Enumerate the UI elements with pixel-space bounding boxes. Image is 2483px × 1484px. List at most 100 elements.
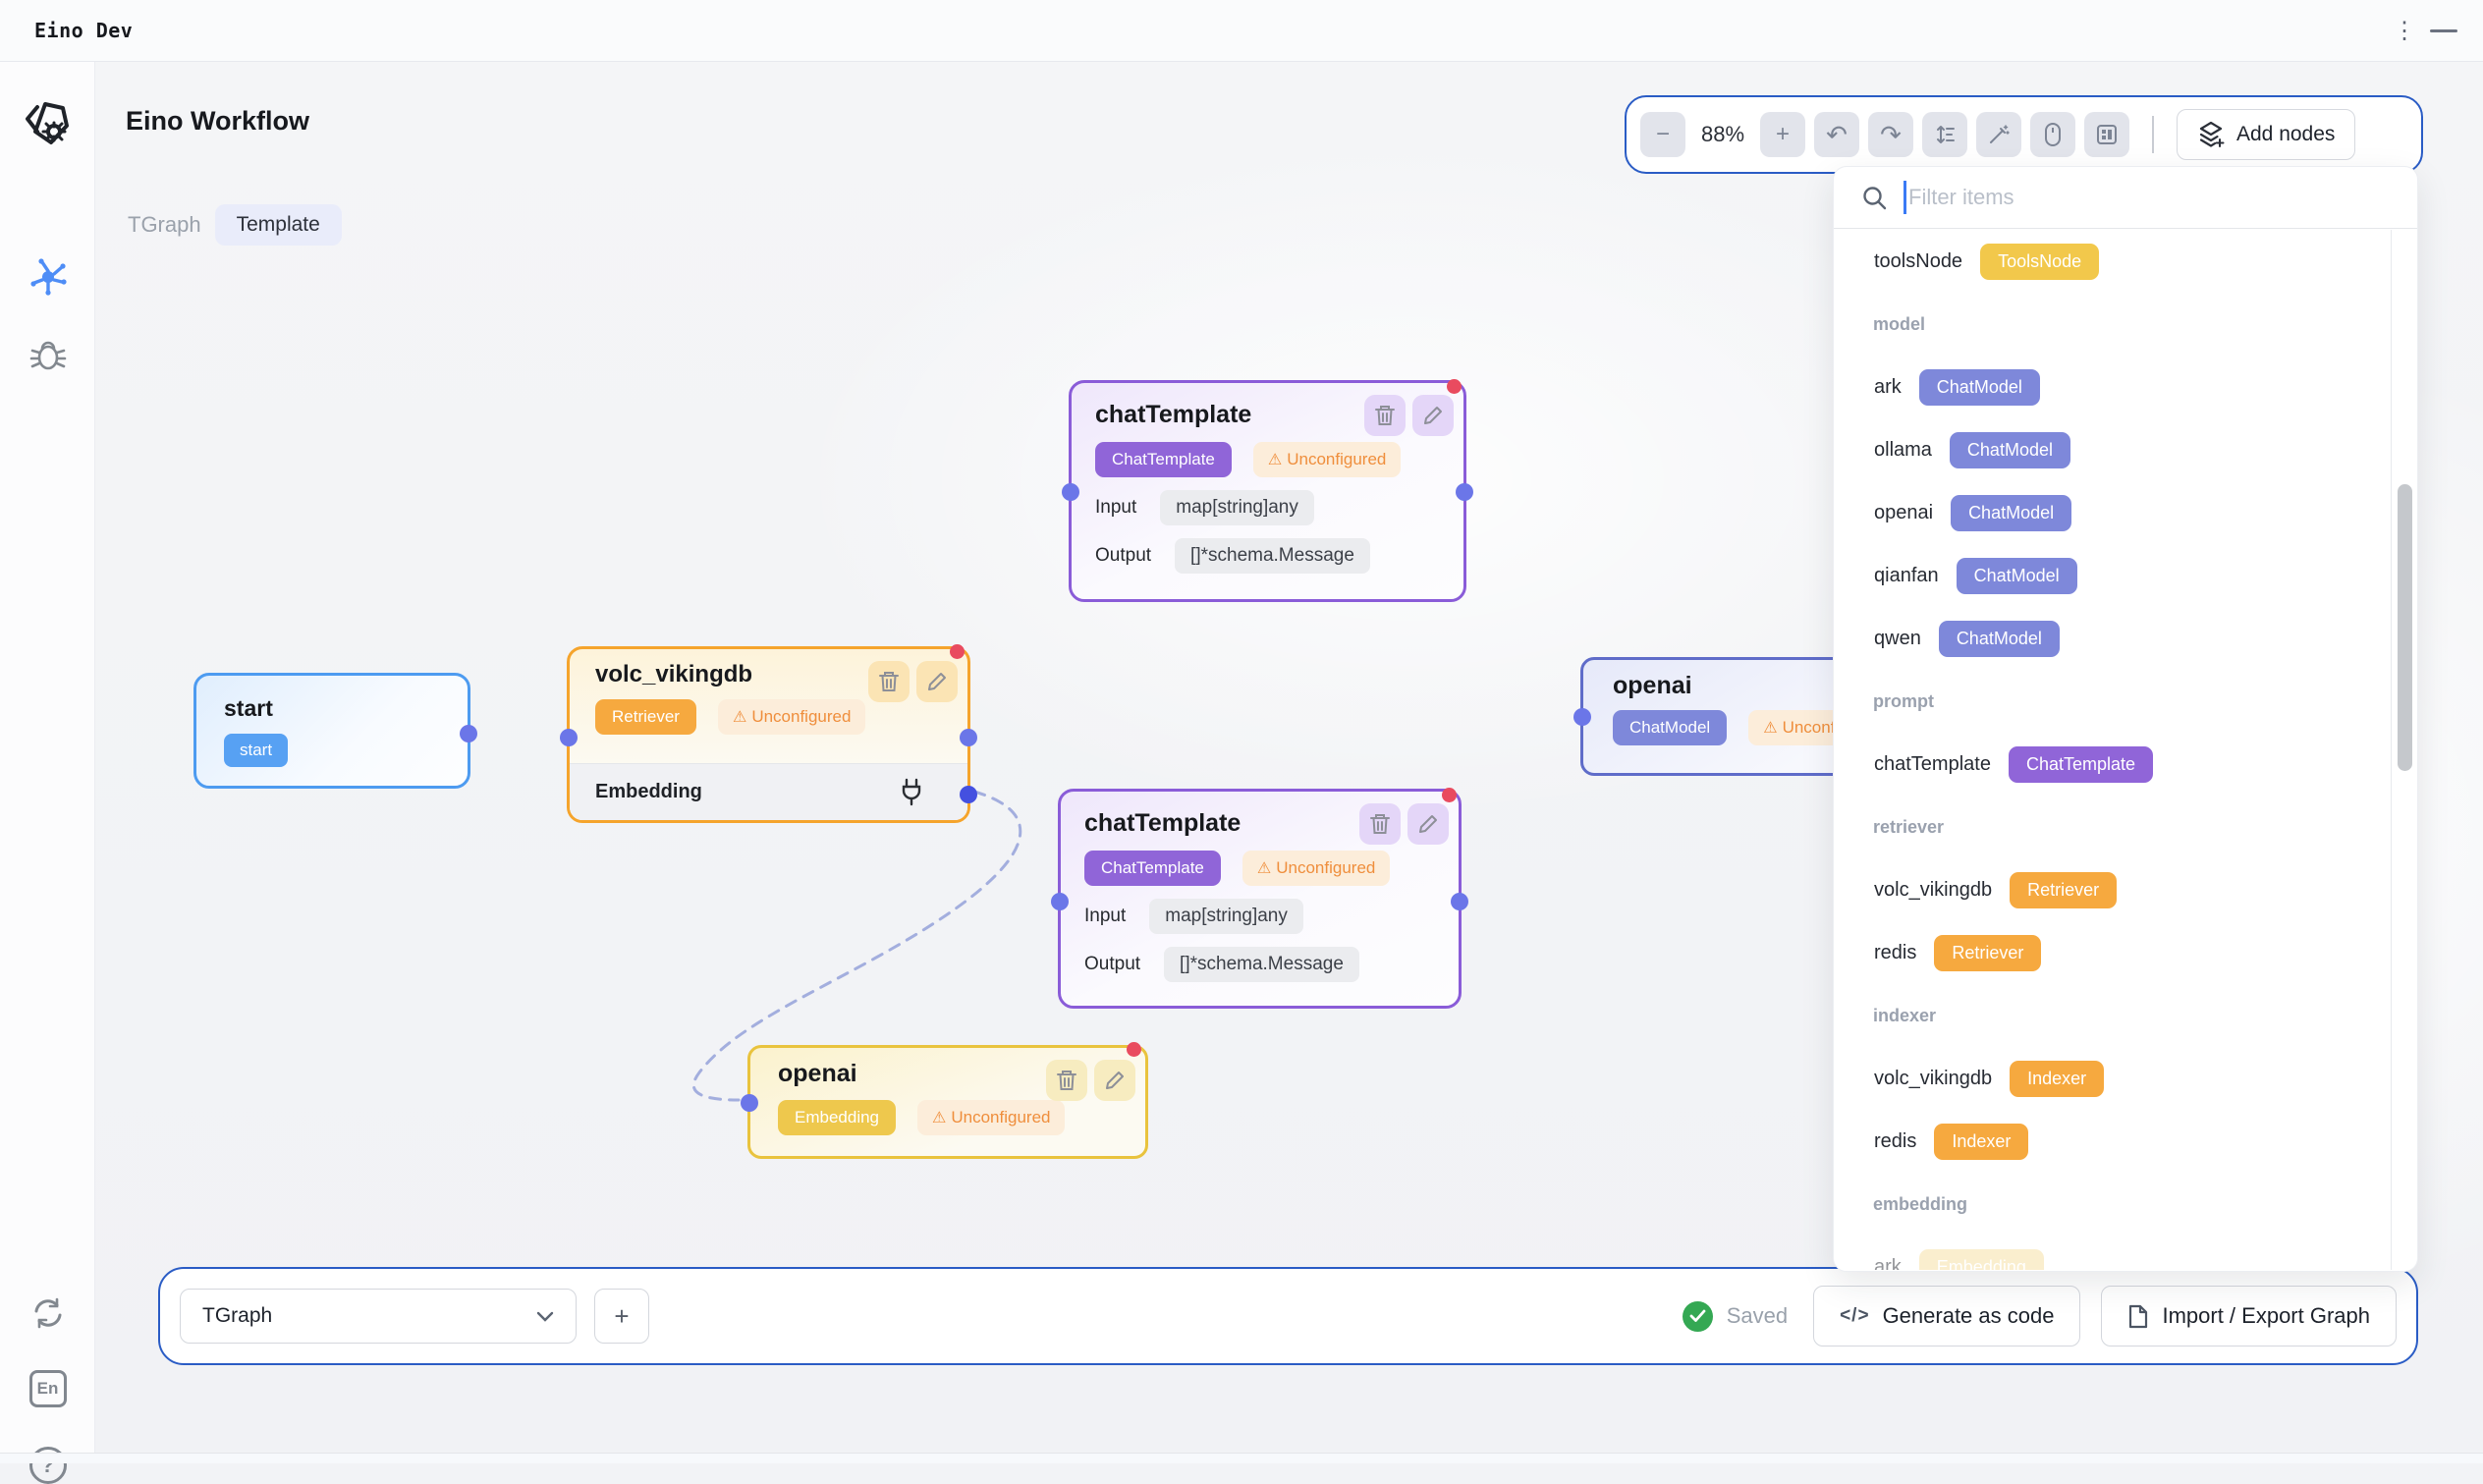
saved-check-icon (1683, 1301, 1713, 1332)
input-port[interactable] (741, 1094, 758, 1112)
auto-layout-button[interactable] (1922, 112, 1967, 157)
trash-icon (1374, 404, 1396, 427)
output-label: Output (1084, 954, 1140, 975)
list-item[interactable]: ark Embedding (1834, 1236, 2388, 1270)
input-port[interactable] (1062, 483, 1079, 501)
save-status: Saved (1683, 1301, 1788, 1332)
input-label: Input (1095, 497, 1136, 519)
input-label: Input (1084, 906, 1126, 927)
list-item[interactable]: ark ChatModel (1834, 356, 2388, 418)
eino-logo-icon (0, 99, 95, 154)
sidebar-item-workflow[interactable] (0, 258, 95, 296)
bottom-strip (0, 1453, 2483, 1463)
add-graph-button[interactable]: + (594, 1289, 649, 1344)
pencil-icon (926, 671, 948, 692)
graph-selector[interactable]: TGraph (180, 1289, 577, 1344)
zoom-out-button[interactable] (1640, 112, 1685, 157)
list-item[interactable]: redis Indexer (1834, 1110, 2388, 1173)
embedding-port[interactable] (960, 786, 977, 803)
node-type-badge: start (224, 734, 288, 767)
window-titlebar: Eino Dev (0, 0, 2483, 62)
tab-template[interactable]: Template (215, 204, 342, 246)
node-openai-embedding[interactable]: openai Embedding Unconfigured (747, 1045, 1148, 1159)
add-nodes-button[interactable]: Add nodes (2177, 109, 2355, 160)
edit-node-button[interactable] (1407, 803, 1449, 845)
app-title: Eino Dev (34, 19, 133, 42)
node-start[interactable]: start start (193, 673, 470, 789)
filter-items-input[interactable] (1908, 185, 2398, 210)
minimap-button[interactable] (2084, 112, 2129, 157)
input-type-chip: map[string]any (1149, 899, 1303, 934)
unconfigured-badge: Unconfigured (1242, 851, 1390, 886)
list-item[interactable]: qwen ChatModel (1834, 607, 2388, 670)
generate-as-code-button[interactable]: </> Generate as code (1813, 1286, 2080, 1347)
type-badge: ChatModel (1919, 369, 2040, 406)
node-volc-vikingdb[interactable]: volc_vikingdb Retriever Unconfigured Emb… (567, 646, 970, 823)
scrollbar-track (2391, 230, 2392, 1270)
trash-icon (1369, 812, 1391, 836)
list-item[interactable]: chatTemplate ChatTemplate (1834, 733, 2388, 796)
toolbar-divider (2152, 116, 2154, 153)
minimize-icon[interactable] (2418, 0, 2469, 62)
output-port[interactable] (1451, 893, 1468, 910)
list-item[interactable]: volc_vikingdb Retriever (1834, 858, 2388, 921)
unconfigured-badge: Unconfigured (718, 699, 865, 735)
section-header: retriever (1834, 796, 2388, 858)
list-item[interactable]: volc_vikingdb Indexer (1834, 1047, 2388, 1110)
zoom-level: 88% (1694, 122, 1751, 147)
delete-node-button[interactable] (1364, 395, 1406, 436)
node-type-badge: Retriever (595, 699, 696, 735)
output-port[interactable] (1456, 483, 1473, 501)
notification-dot (1442, 788, 1457, 802)
plug-icon (899, 778, 924, 807)
tab-tgraph[interactable]: TGraph (128, 212, 201, 238)
sync-icon[interactable] (0, 1295, 95, 1331)
type-badge: Retriever (1934, 935, 2041, 971)
output-port[interactable] (960, 729, 977, 746)
embedding-slot-label: Embedding (595, 781, 702, 803)
code-icon: </> (1840, 1305, 1869, 1327)
language-icon[interactable]: En (0, 1370, 95, 1407)
output-type-chip: []*schema.Message (1164, 947, 1359, 982)
delete-node-button[interactable] (1359, 803, 1401, 845)
add-nodes-label: Add nodes (2236, 123, 2335, 146)
node-chat-template-top[interactable]: chatTemplate ChatTemplate Unconfigured I… (1069, 380, 1466, 602)
chevron-down-icon (536, 1311, 554, 1322)
sidebar-item-debug[interactable] (0, 337, 95, 372)
scrollbar-thumb[interactable] (2398, 484, 2412, 771)
delete-node-button[interactable] (1046, 1060, 1087, 1101)
list-item[interactable]: toolsNode ToolsNode (1834, 230, 2388, 293)
output-port[interactable] (460, 725, 477, 742)
graph-selector-value: TGraph (202, 1304, 272, 1328)
type-badge: ToolsNode (1980, 244, 2099, 280)
file-icon (2127, 1303, 2149, 1330)
output-label: Output (1095, 545, 1151, 567)
import-export-graph-button[interactable]: Import / Export Graph (2101, 1286, 2397, 1347)
type-badge: ChatModel (1950, 432, 2070, 468)
section-header: prompt (1834, 670, 2388, 733)
notification-dot (1447, 379, 1462, 394)
edit-node-button[interactable] (916, 661, 958, 702)
input-port[interactable] (1573, 708, 1591, 726)
type-badge: Indexer (1934, 1124, 2028, 1160)
node-chat-template-mid[interactable]: chatTemplate ChatTemplate Unconfigured I… (1058, 789, 1462, 1009)
mouse-mode-button[interactable] (2030, 112, 2075, 157)
section-header: embedding (1834, 1173, 2388, 1236)
list-item[interactable]: openai ChatModel (1834, 481, 2388, 544)
delete-node-button[interactable] (868, 661, 910, 702)
magic-wand-button[interactable] (1976, 112, 2021, 157)
list-item[interactable]: ollama ChatModel (1834, 418, 2388, 481)
type-badge: Retriever (2010, 872, 2117, 908)
canvas-toolbar: 88% Add nodes (1625, 95, 2423, 174)
undo-button[interactable] (1814, 112, 1859, 157)
redo-button[interactable] (1868, 112, 1913, 157)
node-type-badge: Embedding (778, 1100, 896, 1135)
list-item[interactable]: redis Retriever (1834, 921, 2388, 984)
input-port[interactable] (1051, 893, 1069, 910)
edit-node-button[interactable] (1094, 1060, 1135, 1101)
input-port[interactable] (560, 729, 578, 746)
graph-bottom-bar: TGraph + Saved </> Generate as code Impo… (158, 1267, 2418, 1365)
list-item[interactable]: qianfan ChatModel (1834, 544, 2388, 607)
zoom-in-button[interactable] (1760, 112, 1805, 157)
edit-node-button[interactable] (1412, 395, 1454, 436)
